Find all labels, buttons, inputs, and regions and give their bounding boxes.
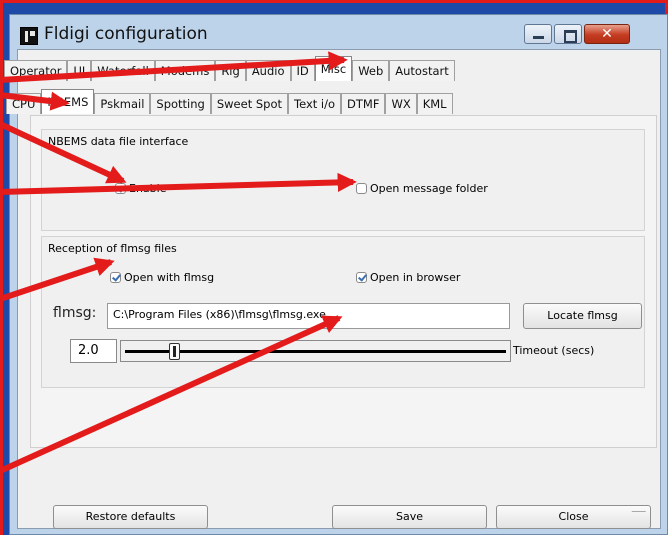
subtab-text-i-o[interactable]: Text i/o [288,93,342,114]
nbems-data-file-group: NBEMS data file interface Enable Open me… [41,129,645,231]
nbems-group-title: NBEMS data file interface [48,135,189,148]
timeout-slider-thumb[interactable] [169,343,181,360]
open-with-flmsg-checkbox[interactable]: Open with flmsg [110,271,214,284]
fldigi-app-icon [20,27,38,45]
main-tab-bar: Operator UI Waterfall Modems Rig Audio ID Misc W… [4,56,455,81]
subtab-cpu[interactable]: CPU [6,93,42,114]
tab-operator[interactable]: Operator [4,60,68,81]
restore-defaults-button[interactable]: Restore defaults [53,505,208,529]
tab-rig[interactable]: Rig [215,60,246,81]
subtab-kml[interactable]: KML [416,93,453,114]
close-icon: ✕ [601,26,613,42]
locate-flmsg-button[interactable]: Locate flmsg [523,303,642,329]
bottom-button-bar: Restore defaults Save Close [30,505,657,530]
open-in-browser-box[interactable] [356,272,367,283]
open-message-folder-box[interactable] [356,183,367,194]
window-title: Fldigi configuration [44,24,208,44]
timeout-label: Timeout (secs) [513,344,595,357]
tab-misc[interactable]: Misc [314,56,353,81]
flmsg-path-input[interactable]: C:\Program Files (x86)\flmsg\flmsg.exe [107,303,510,329]
subtab-sweet-spot[interactable]: Sweet Spot [210,93,289,114]
tab-modems[interactable]: Modems [154,60,216,81]
maximize-button[interactable] [554,24,582,44]
misc-subtab-bar: CPU NBEMS Pskmail Spotting Sweet Spot Text i/… [6,89,453,114]
client-area: Operator UI Waterfall Modems Rig Audio ID Misc W… [4,49,661,530]
flmsg-path-label: flmsg: [53,305,97,321]
reception-group-title: Reception of flmsg files [48,242,177,255]
open-with-flmsg-box[interactable] [110,272,121,283]
open-message-folder-label: Open message folder [370,182,488,195]
subtab-spotting[interactable]: Spotting [150,93,211,114]
subtab-dtmf[interactable]: DTMF [341,93,386,114]
open-with-flmsg-label: Open with flmsg [124,271,215,284]
timeout-slider-track [125,350,506,353]
enable-checkbox-box[interactable] [115,183,126,194]
open-message-folder-checkbox[interactable]: Open message folder [356,182,488,195]
tab-ui[interactable]: UI [67,60,92,81]
enable-checkbox-label: Enable [129,182,167,195]
tab-web[interactable]: Web [352,60,390,81]
open-in-browser-label: Open in browser [370,271,461,284]
tab-waterfall[interactable]: Waterfall [91,60,155,81]
minimize-button[interactable] [524,24,552,44]
subtab-pskmail[interactable]: Pskmail [94,93,151,114]
subtab-wx[interactable]: WX [385,93,417,114]
tab-autostart[interactable]: Autostart [389,60,455,81]
subtab-nbems[interactable]: NBEMS [41,89,95,114]
tab-audio[interactable]: Audio [245,60,291,81]
save-button[interactable]: Save [332,505,487,529]
close-window-button[interactable]: ✕ [584,24,630,44]
timeout-value-display[interactable]: 2.0 [70,339,117,363]
enable-checkbox[interactable]: Enable [115,182,166,195]
config-window: Fldigi configuration ✕ Operator UI Waterfa… [4,14,668,535]
open-in-browser-checkbox[interactable]: Open in browser [356,271,460,284]
tab-id[interactable]: ID [290,60,315,81]
timeout-slider[interactable] [120,340,511,362]
